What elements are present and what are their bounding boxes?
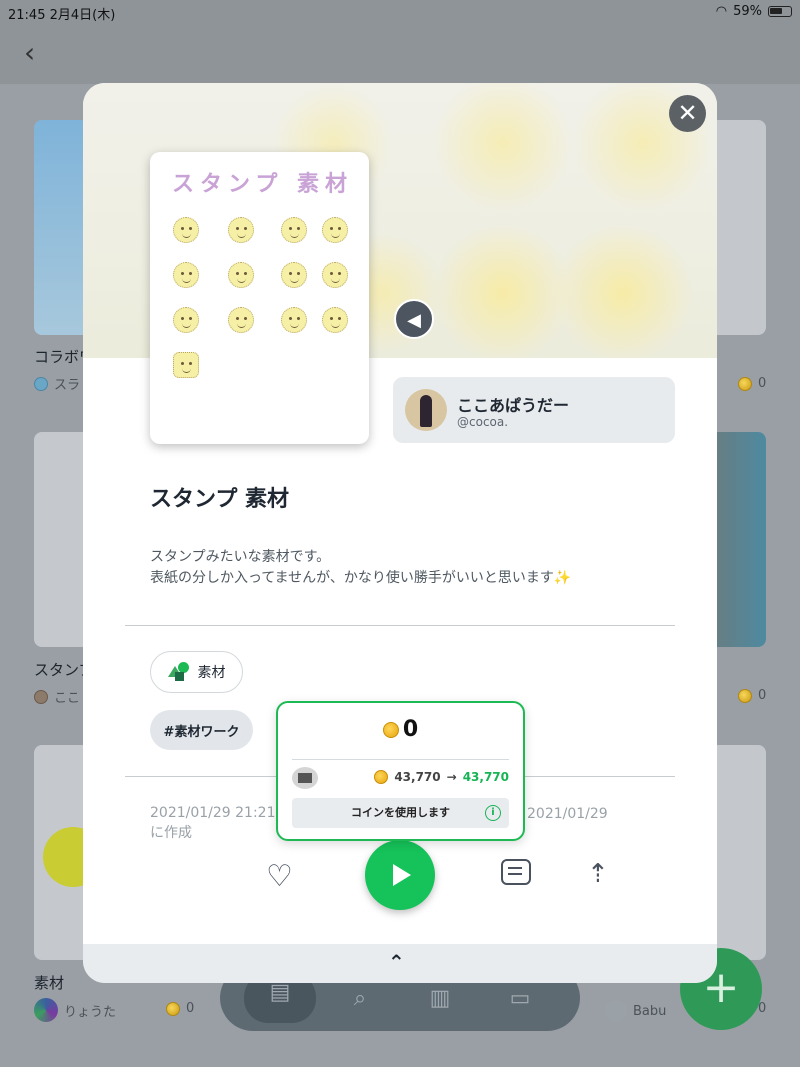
face-icon xyxy=(173,217,199,243)
coin-icon xyxy=(374,770,389,784)
face-icon xyxy=(281,217,307,243)
divider xyxy=(292,759,509,760)
bg-card-author: ここ xyxy=(34,687,80,706)
face-icon xyxy=(281,262,307,288)
share-icon[interactable]: ⇡ xyxy=(587,859,609,889)
status-bar: 21:45 2月4日(木) ◠ 59% xyxy=(0,0,800,24)
wifi-icon: ◠ xyxy=(715,4,728,19)
play-button[interactable] xyxy=(365,840,435,910)
bg-card-coins: 0 xyxy=(166,1001,194,1016)
face-icon xyxy=(173,352,199,378)
detail-modal: ✕ スタンプ 素材 ◀ ここあぱうだー @cocoa. スタンプ 素材 スタンプ… xyxy=(83,83,717,983)
tag-chip[interactable]: #素材ワーク xyxy=(150,710,253,750)
face-icon xyxy=(173,307,199,333)
coin-balance: 0 xyxy=(278,717,523,742)
date-created: 2021/01/29 21:21 に作成 xyxy=(150,803,276,843)
info-icon[interactable]: i xyxy=(485,805,501,821)
date-created-line: 2021/01/29 21:21 xyxy=(150,805,276,821)
divider xyxy=(125,625,675,626)
nav-folder-add-icon[interactable]: ▭ xyxy=(500,979,540,1019)
author-handle: @cocoa. xyxy=(457,415,509,429)
avatar xyxy=(405,389,447,431)
face-icon xyxy=(173,262,199,288)
author-name: ここあぱうだー xyxy=(457,396,570,415)
category-label: 素材 xyxy=(197,665,226,681)
close-icon[interactable]: ✕ xyxy=(669,95,706,132)
face-icon xyxy=(322,262,348,288)
face-icon xyxy=(281,307,307,333)
category-chip[interactable]: 素材 xyxy=(150,651,243,693)
face-icon xyxy=(322,217,348,243)
coin-balance-value: 0 xyxy=(402,717,419,742)
use-coin-button[interactable]: コインを使用します i xyxy=(292,798,509,828)
battery-icon xyxy=(768,6,792,17)
status-right: ◠ 59% xyxy=(716,4,792,19)
face-icon xyxy=(228,262,254,288)
bg-card-author: スラ xyxy=(34,374,80,393)
battery-percent: 59% xyxy=(733,4,762,19)
bg-card-author: Babu xyxy=(605,1000,666,1022)
face-icon xyxy=(228,307,254,333)
megaphone-icon[interactable]: ◀ xyxy=(394,299,434,339)
nav-search-icon[interactable]: ⌕ xyxy=(340,979,380,1019)
coin-icon xyxy=(382,722,399,738)
author-card[interactable]: ここあぱうだー @cocoa. xyxy=(393,377,675,443)
use-coin-label: コインを使用します xyxy=(351,806,450,819)
coin-from: 43,770 xyxy=(394,770,441,784)
bg-card-title: 素材 xyxy=(34,974,65,992)
top-bar: ‹ xyxy=(0,24,800,84)
description-line: スタンプみたいな素材です。 xyxy=(150,549,331,565)
bg-card-author: りょうた xyxy=(34,998,116,1022)
arrow-icon: → xyxy=(446,770,457,784)
coin-to: 43,770 xyxy=(462,770,509,784)
chevron-up-icon[interactable]: ⌃ xyxy=(388,950,405,974)
nav-notebook-icon[interactable]: ▥ xyxy=(420,979,460,1019)
cover-title: スタンプ 素材 xyxy=(172,171,353,197)
face-icon xyxy=(322,307,348,333)
comment-icon[interactable] xyxy=(501,859,531,885)
coin-calculation: 43,770 → 43,770 xyxy=(374,770,509,784)
description-line: 表紙の分しか入ってませんが、かなり使い勝手がいいと思います✨ xyxy=(150,570,572,586)
face-icon xyxy=(228,217,254,243)
heart-icon[interactable]: ♡ xyxy=(266,859,293,894)
bg-card-coins: 0 xyxy=(738,688,766,703)
cover-image[interactable]: スタンプ 素材 xyxy=(150,152,369,444)
modal-footer[interactable]: ⌃ xyxy=(83,944,717,983)
back-chevron-icon[interactable]: ‹ xyxy=(24,36,35,69)
material-icon xyxy=(167,662,190,682)
status-time: 21:45 2月4日(木) xyxy=(8,8,116,23)
bg-card-coins: 0 xyxy=(738,376,766,391)
date-created-line: に作成 xyxy=(150,825,192,841)
description: スタンプみたいな素材です。 表紙の分しか入ってませんが、かなり使い勝手がいいと思… xyxy=(150,547,571,589)
avatar xyxy=(292,767,318,789)
coin-popup: 0 43,770 → 43,770 コインを使用します i xyxy=(276,701,525,841)
page-title: スタンプ 素材 xyxy=(150,487,289,512)
